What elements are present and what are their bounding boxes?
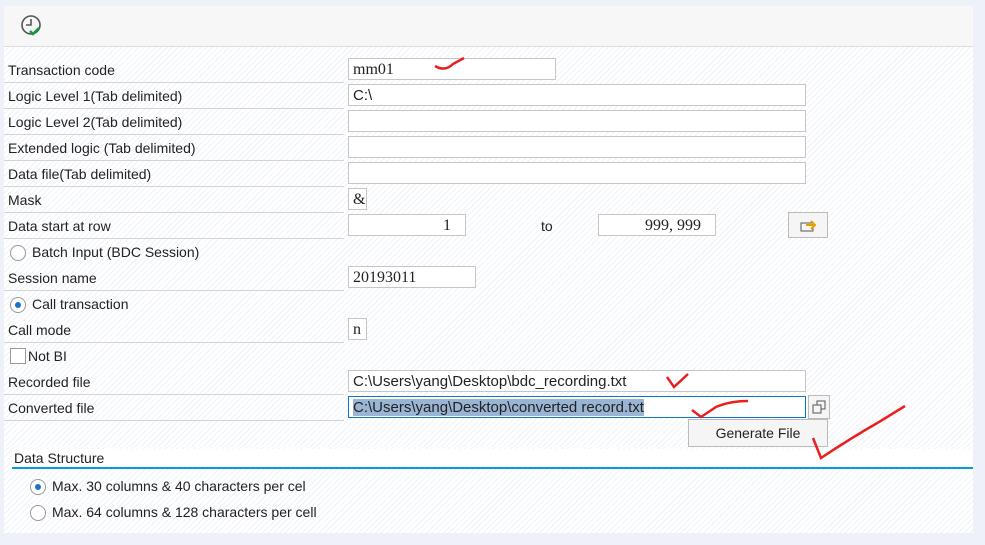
red-annotations [434, 56, 906, 460]
